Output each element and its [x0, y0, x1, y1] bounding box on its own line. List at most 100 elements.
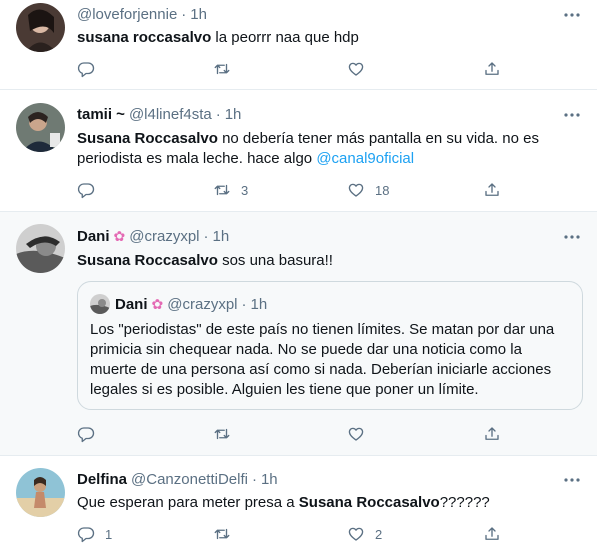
share-icon [485, 183, 499, 196]
user-handle[interactable]: @l4linef4sta [129, 106, 212, 123]
quoted-header: Dani ✿ @crazyxpl · 1h [115, 294, 267, 314]
quoted-text-line: primicia sin chequear nada. No se puede … [90, 341, 522, 358]
like-button[interactable] [347, 423, 375, 445]
separator-dot: · [241, 295, 247, 313]
avatar[interactable] [16, 468, 65, 517]
tweet-header: @loveforjennie · 1h [77, 4, 207, 24]
tweet-text-segment: no debería tener más pantalla en su vida… [217, 130, 539, 147]
reply-button[interactable] [77, 179, 105, 201]
tweet-actions [77, 423, 501, 445]
quoted-handle: @crazyxpl [167, 295, 238, 313]
display-name[interactable]: Delfina [77, 471, 127, 488]
retweet-button[interactable] [213, 58, 241, 80]
mention-link[interactable]: @canal9oficial [316, 150, 414, 167]
tweet[interactable]: @loveforjennie · 1h susana roccasalvo la… [0, 0, 597, 90]
like-button[interactable] [347, 58, 375, 80]
share-button[interactable] [483, 58, 501, 80]
user-handle[interactable]: @CanzonettiDelfi [131, 471, 248, 488]
separator-dot: · [215, 105, 221, 123]
reply-count: 1 [105, 526, 113, 542]
timestamp[interactable]: 1h [213, 228, 230, 245]
retweet-icon [214, 184, 230, 196]
tweet-text: Que esperan para meter presa a Susana Ro… [77, 493, 577, 513]
reply-button[interactable] [77, 58, 105, 80]
display-name[interactable]: Dani [77, 228, 110, 245]
like-icon [348, 183, 364, 197]
share-icon [485, 62, 499, 75]
tweet-actions: 1 2 [77, 523, 501, 545]
reply-button[interactable] [77, 423, 105, 445]
avatar[interactable] [16, 103, 65, 152]
share-icon [485, 527, 499, 540]
timeline: @loveforjennie · 1h susana roccasalvo la… [0, 0, 597, 549]
tweet-text: Susana Roccasalvo no debería tener más p… [77, 129, 577, 169]
like-icon [348, 62, 364, 76]
like-button[interactable]: 2 [347, 523, 382, 545]
tweet[interactable]: Delfina @CanzonettiDelfi · 1h Que espera… [0, 456, 597, 549]
share-button[interactable] [483, 523, 501, 545]
display-name[interactable]: tamii ~ [77, 106, 125, 123]
like-count: 2 [375, 526, 383, 542]
tweet-header: Dani ✿ @crazyxpl · 1h [77, 226, 229, 246]
tweet-text-segment: ?????? [439, 494, 490, 511]
retweet-icon [214, 428, 230, 440]
user-handle[interactable]: @crazyxpl [129, 228, 199, 245]
tweet-actions [77, 58, 501, 80]
like-button[interactable]: 18 [347, 179, 389, 201]
tweet-text-segment: Susana Roccasalvo [77, 252, 218, 269]
more-icon[interactable] [561, 228, 583, 246]
tweet-text-segment: periodista es mala leche. hace algo [77, 150, 317, 167]
quoted-display-name: Dani [115, 295, 148, 313]
share-icon [485, 427, 499, 440]
avatar[interactable] [16, 3, 65, 52]
tweet-header: tamii ~ @l4linef4sta · 1h [77, 104, 241, 124]
quoted-text-line: Los "periodistas" de este país no tienen… [90, 321, 555, 338]
retweet-count: 3 [241, 182, 249, 198]
quoted-timestamp: 1h [250, 295, 268, 313]
tweet-text-segment: la peorrr naa que hdp [211, 29, 359, 46]
tweet-actions: 3 18 [77, 179, 501, 201]
quoted-text: Los "periodistas" de este país no tienen… [90, 320, 570, 400]
tweet[interactable]: Dani ✿ @crazyxpl · 1h Susana Roccasalvo … [0, 212, 597, 456]
more-icon[interactable] [561, 106, 583, 124]
tweet-text-segment: susana roccasalvo [77, 29, 212, 46]
share-button[interactable] [483, 179, 501, 201]
separator-dot: · [251, 470, 257, 488]
quoted-text-line: legales si es posible. Alguien les tiene… [90, 381, 479, 398]
tweet-text: susana roccasalvo la peorrr naa que hdp [77, 28, 577, 48]
tweet[interactable]: tamii ~ @l4linef4sta · 1h Susana Roccasa… [0, 90, 597, 212]
avatar[interactable] [16, 224, 65, 273]
reply-icon [77, 427, 95, 443]
separator-dot: · [203, 227, 209, 245]
tweet-header: Delfina @CanzonettiDelfi · 1h [77, 469, 278, 489]
reply-icon [77, 183, 95, 199]
like-icon [348, 527, 364, 541]
tweet-text-segment: sos una basura!! [217, 252, 333, 269]
flower-emoji-icon: ✿ [151, 295, 164, 312]
quoted-avatar [90, 294, 110, 314]
retweet-icon [214, 528, 230, 540]
retweet-icon [214, 63, 230, 75]
retweet-button[interactable] [213, 523, 241, 545]
share-button[interactable] [483, 423, 501, 445]
tweet-text-segment: Que esperan para meter presa a [77, 494, 299, 511]
reply-button[interactable]: 1 [77, 523, 112, 545]
more-icon[interactable] [561, 471, 583, 489]
reply-icon [77, 62, 95, 78]
timestamp[interactable]: 1h [225, 106, 242, 123]
quoted-text-line: muerte de una persona así como si nada. … [90, 361, 552, 378]
timestamp[interactable]: 1h [190, 6, 207, 23]
separator-dot: · [181, 5, 187, 23]
quoted-tweet[interactable]: Dani ✿ @crazyxpl · 1h Los "periodistas" … [77, 281, 583, 410]
like-icon [348, 427, 364, 441]
retweet-button[interactable]: 3 [213, 179, 248, 201]
more-icon[interactable] [561, 6, 583, 24]
timestamp[interactable]: 1h [261, 471, 278, 488]
tweet-text-segment: Susana Roccasalvo [298, 494, 440, 511]
flower-emoji-icon: ✿ [113, 227, 126, 244]
reply-icon [77, 527, 95, 543]
like-count: 18 [375, 182, 390, 198]
tweet-text: Susana Roccasalvo sos una basura!! [77, 251, 577, 271]
retweet-button[interactable] [213, 423, 241, 445]
user-handle[interactable]: @loveforjennie [77, 6, 177, 23]
